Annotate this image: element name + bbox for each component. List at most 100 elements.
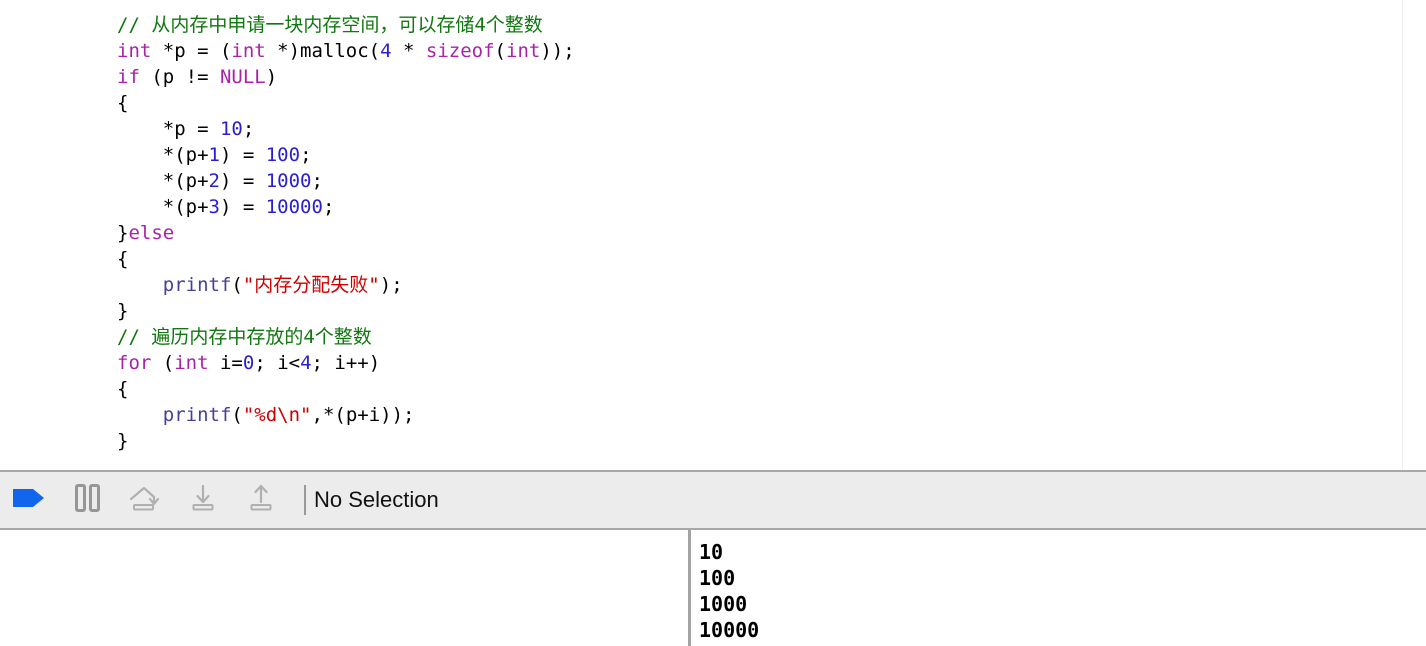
code-line: *(p+3) = 10000; <box>117 194 575 220</box>
code-token-num: 4 <box>380 40 392 62</box>
console-line: 10000 <box>699 618 760 642</box>
code-token-kw: NULL <box>219 66 266 88</box>
code-token-str: "%d\n" <box>242 404 312 426</box>
code-token-num: 10 <box>219 118 243 140</box>
editor-scrollbar-track[interactable] <box>1402 0 1403 470</box>
code-token-kw: if <box>117 66 140 88</box>
code-token-plain: i= <box>208 352 243 374</box>
code-line: { <box>117 90 575 116</box>
code-token-num: 3 <box>208 196 220 218</box>
code-line: *p = 10; <box>117 116 575 142</box>
code-token-num: 4 <box>300 352 312 374</box>
code-token-plain: } <box>117 222 129 244</box>
code-line: printf("%d\n",*(p+i)); <box>117 402 575 428</box>
code-token-plain: ; i++) <box>311 352 381 374</box>
console-line: 100 <box>699 566 736 590</box>
selection-status-label: No Selection <box>314 487 439 512</box>
code-token-plain: { <box>117 248 129 270</box>
code-token-plain: *(p+ <box>117 144 209 166</box>
code-token-kw: int <box>506 40 541 62</box>
code-line: // 从内存中申请一块内存空间，可以存储4个整数 <box>117 12 575 38</box>
code-token-plain: ); <box>379 274 403 296</box>
code-token-plain: ) <box>265 66 278 88</box>
code-editor-pane[interactable]: // 从内存中申请一块内存空间，可以存储4个整数 int *p = (int *)… <box>0 0 1426 470</box>
code-token-plain: ) = <box>219 196 266 218</box>
code-token-plain: ; i< <box>254 352 301 374</box>
variables-view-pane[interactable] <box>0 530 688 646</box>
debug-area: 10 100 1000 10000 <box>0 530 1426 646</box>
code-token-plain: *(p+ <box>117 196 209 218</box>
code-line: } <box>117 428 575 454</box>
console-line: 10 <box>699 540 724 564</box>
code-line: for (int i=0; i<4; i++) <box>117 350 575 376</box>
console-output-pane[interactable]: 10 100 1000 10000 <box>691 530 1426 646</box>
code-token-num: 1 <box>208 144 220 166</box>
code-token-plain: *(p+ <box>117 170 209 192</box>
step-over-button[interactable] <box>116 472 174 528</box>
step-into-button[interactable] <box>174 472 232 528</box>
code-token-kw: int <box>174 352 209 374</box>
continue-arrow-icon <box>11 485 47 516</box>
pause-button[interactable] <box>58 472 116 528</box>
code-token-plain: *)malloc( <box>265 40 381 62</box>
code-token-fn: printf <box>162 274 232 296</box>
code-token-kw: int <box>117 40 152 62</box>
code-line: { <box>117 246 575 272</box>
code-token-str: "内存分配失败" <box>242 274 380 296</box>
toolbar-divider <box>304 485 306 515</box>
code-token-kw: sizeof <box>425 40 495 62</box>
code-line: { <box>117 376 575 402</box>
code-token-plain: { <box>117 92 129 114</box>
code-token-kw: for <box>117 352 152 374</box>
code-token-plain: ) = <box>219 144 266 166</box>
code-line: printf("内存分配失败"); <box>117 272 575 298</box>
code-line: // 遍历内存中存放的4个整数 <box>117 324 575 350</box>
code-token-num: 1000 <box>265 170 312 192</box>
code-token-plain: ( <box>494 40 506 62</box>
step-into-icon <box>187 483 219 518</box>
code-token-plain: ( <box>151 352 175 374</box>
code-token-plain: )); <box>540 40 575 62</box>
code-token-plain: } <box>117 300 129 322</box>
code-token-plain: ( <box>231 404 243 426</box>
code-line: *(p+2) = 1000; <box>117 168 575 194</box>
code-token-fn: printf <box>162 404 232 426</box>
code-token-comment: // 从内存中申请一块内存空间，可以存储4个整数 <box>117 14 543 36</box>
code-token-plain: (p != <box>139 66 220 88</box>
code-token-plain: ; <box>322 196 335 218</box>
code-token-plain: { <box>117 378 129 400</box>
code-token-plain: ; <box>311 170 323 192</box>
code-token-plain: * <box>391 40 426 62</box>
continue-execution-button[interactable] <box>0 472 58 528</box>
code-token-plain: } <box>117 430 129 452</box>
code-token-kw: int <box>231 40 266 62</box>
code-token-comment: // 遍历内存中存放的4个整数 <box>117 326 372 348</box>
console-line: 1000 <box>699 592 748 616</box>
step-over-icon <box>127 483 163 518</box>
code-line: if (p != NULL) <box>117 64 575 90</box>
code-token-num: 0 <box>242 352 255 374</box>
code-token-num: 2 <box>208 170 220 192</box>
code-token-plain: ; <box>242 118 255 140</box>
code-token-plain: ; <box>300 144 312 166</box>
code-token-plain: *p = ( <box>151 40 232 62</box>
code-line: int *p = (int *)malloc(4 * sizeof(int)); <box>117 38 575 64</box>
code-token-num: 100 <box>265 144 301 166</box>
code-token-plain: *p = <box>117 118 220 140</box>
code-token-plain: ( <box>231 274 243 296</box>
step-out-button[interactable] <box>232 472 290 528</box>
code-line: } <box>117 298 575 324</box>
code-token-plain: ) = <box>219 170 266 192</box>
debug-toolbar: No Selection <box>0 470 1426 530</box>
code-token-num: 10000 <box>265 196 323 218</box>
console-output-text: 10 100 1000 10000 <box>699 539 759 643</box>
code-token-kw: else <box>128 222 175 244</box>
step-out-icon <box>245 483 277 518</box>
pause-icon <box>73 483 101 518</box>
source-code[interactable]: // 从内存中申请一块内存空间，可以存储4个整数 int *p = (int *)… <box>117 12 575 454</box>
code-token-plain: ,*(p+i)); <box>311 404 415 426</box>
code-line: }else <box>117 220 575 246</box>
code-line: *(p+1) = 100; <box>117 142 575 168</box>
